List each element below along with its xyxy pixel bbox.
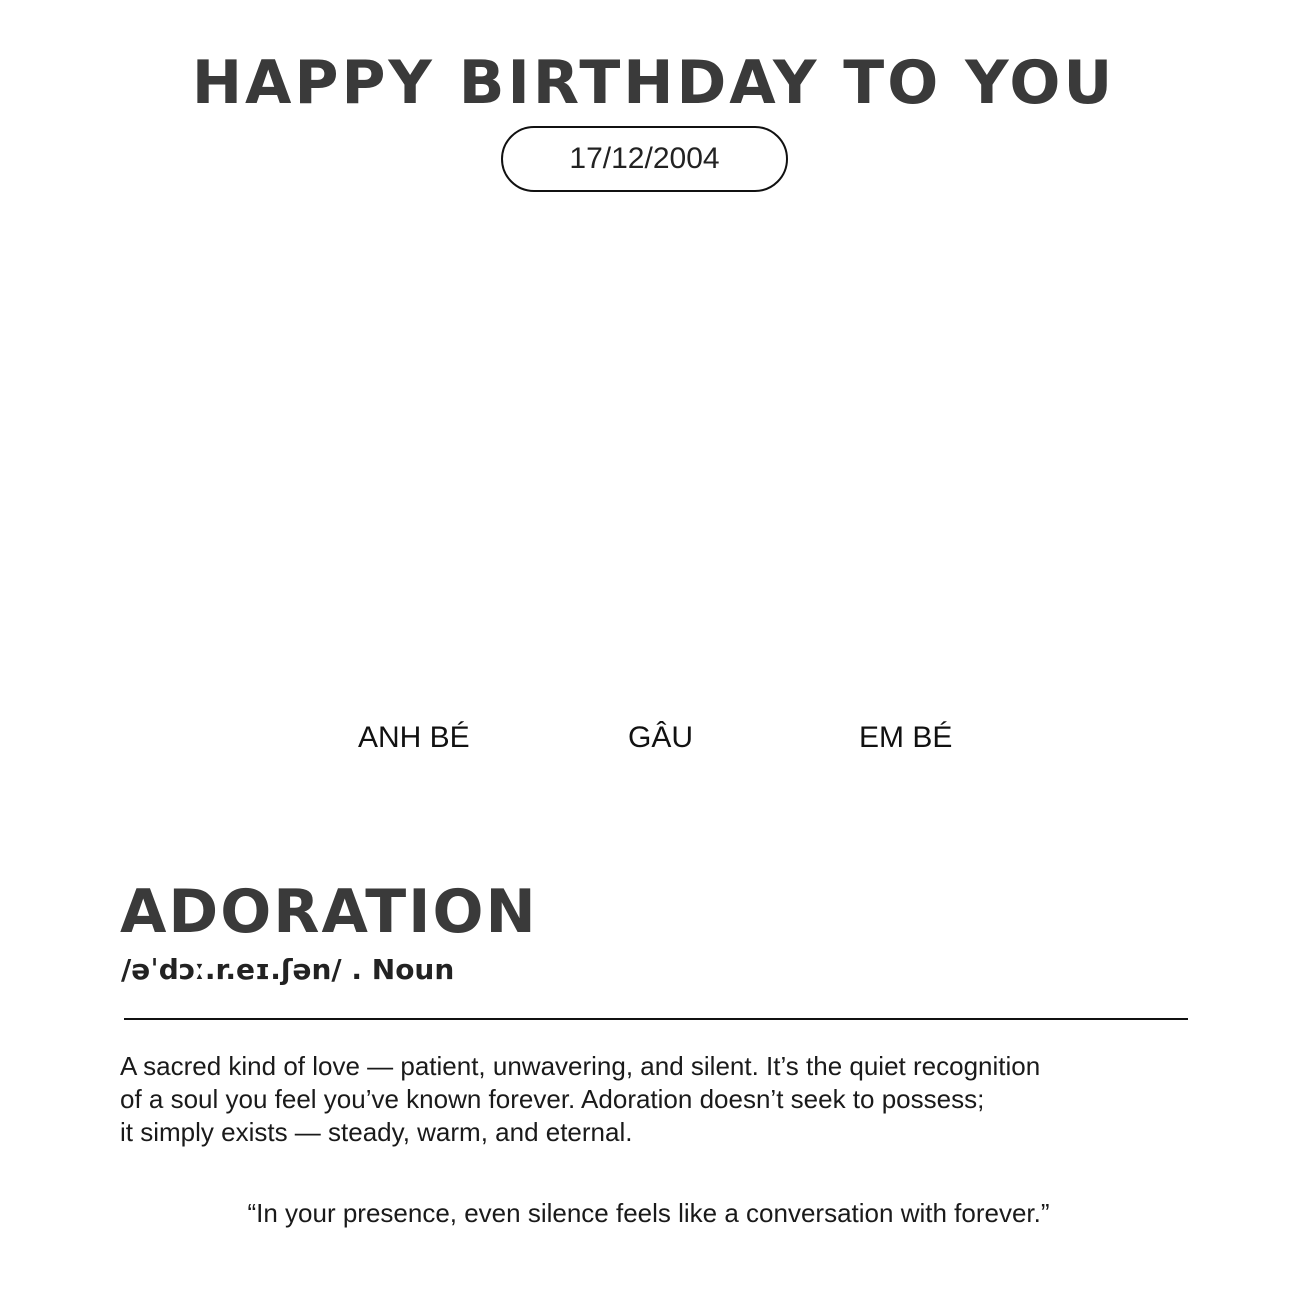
definition-line: it simply exists — steady, warm, and ete…: [120, 1117, 633, 1147]
pronunciation: /əˈdɔː.r.eɪ.ʃən/ . Noun: [121, 953, 455, 986]
definition-line: of a soul you feel you’ve known forever.…: [120, 1084, 985, 1114]
divider: [124, 1018, 1188, 1020]
date-text: 17/12/2004: [569, 142, 720, 175]
definition: A sacred kind of love — patient, unwaver…: [120, 1050, 1120, 1149]
name-label-2: GÂU: [628, 721, 694, 754]
name-label-3: EM BÉ: [859, 721, 953, 754]
definition-line: A sacred kind of love — patient, unwaver…: [120, 1051, 1041, 1081]
date-badge: 17/12/2004: [501, 126, 788, 192]
dictionary-word: ADORATION: [120, 877, 538, 947]
page-title: HAPPY BIRTHDAY TO YOU: [191, 48, 1116, 118]
quote: “In your presence, even silence feels li…: [247, 1198, 1050, 1228]
name-label-1: ANH BÉ: [358, 721, 470, 754]
